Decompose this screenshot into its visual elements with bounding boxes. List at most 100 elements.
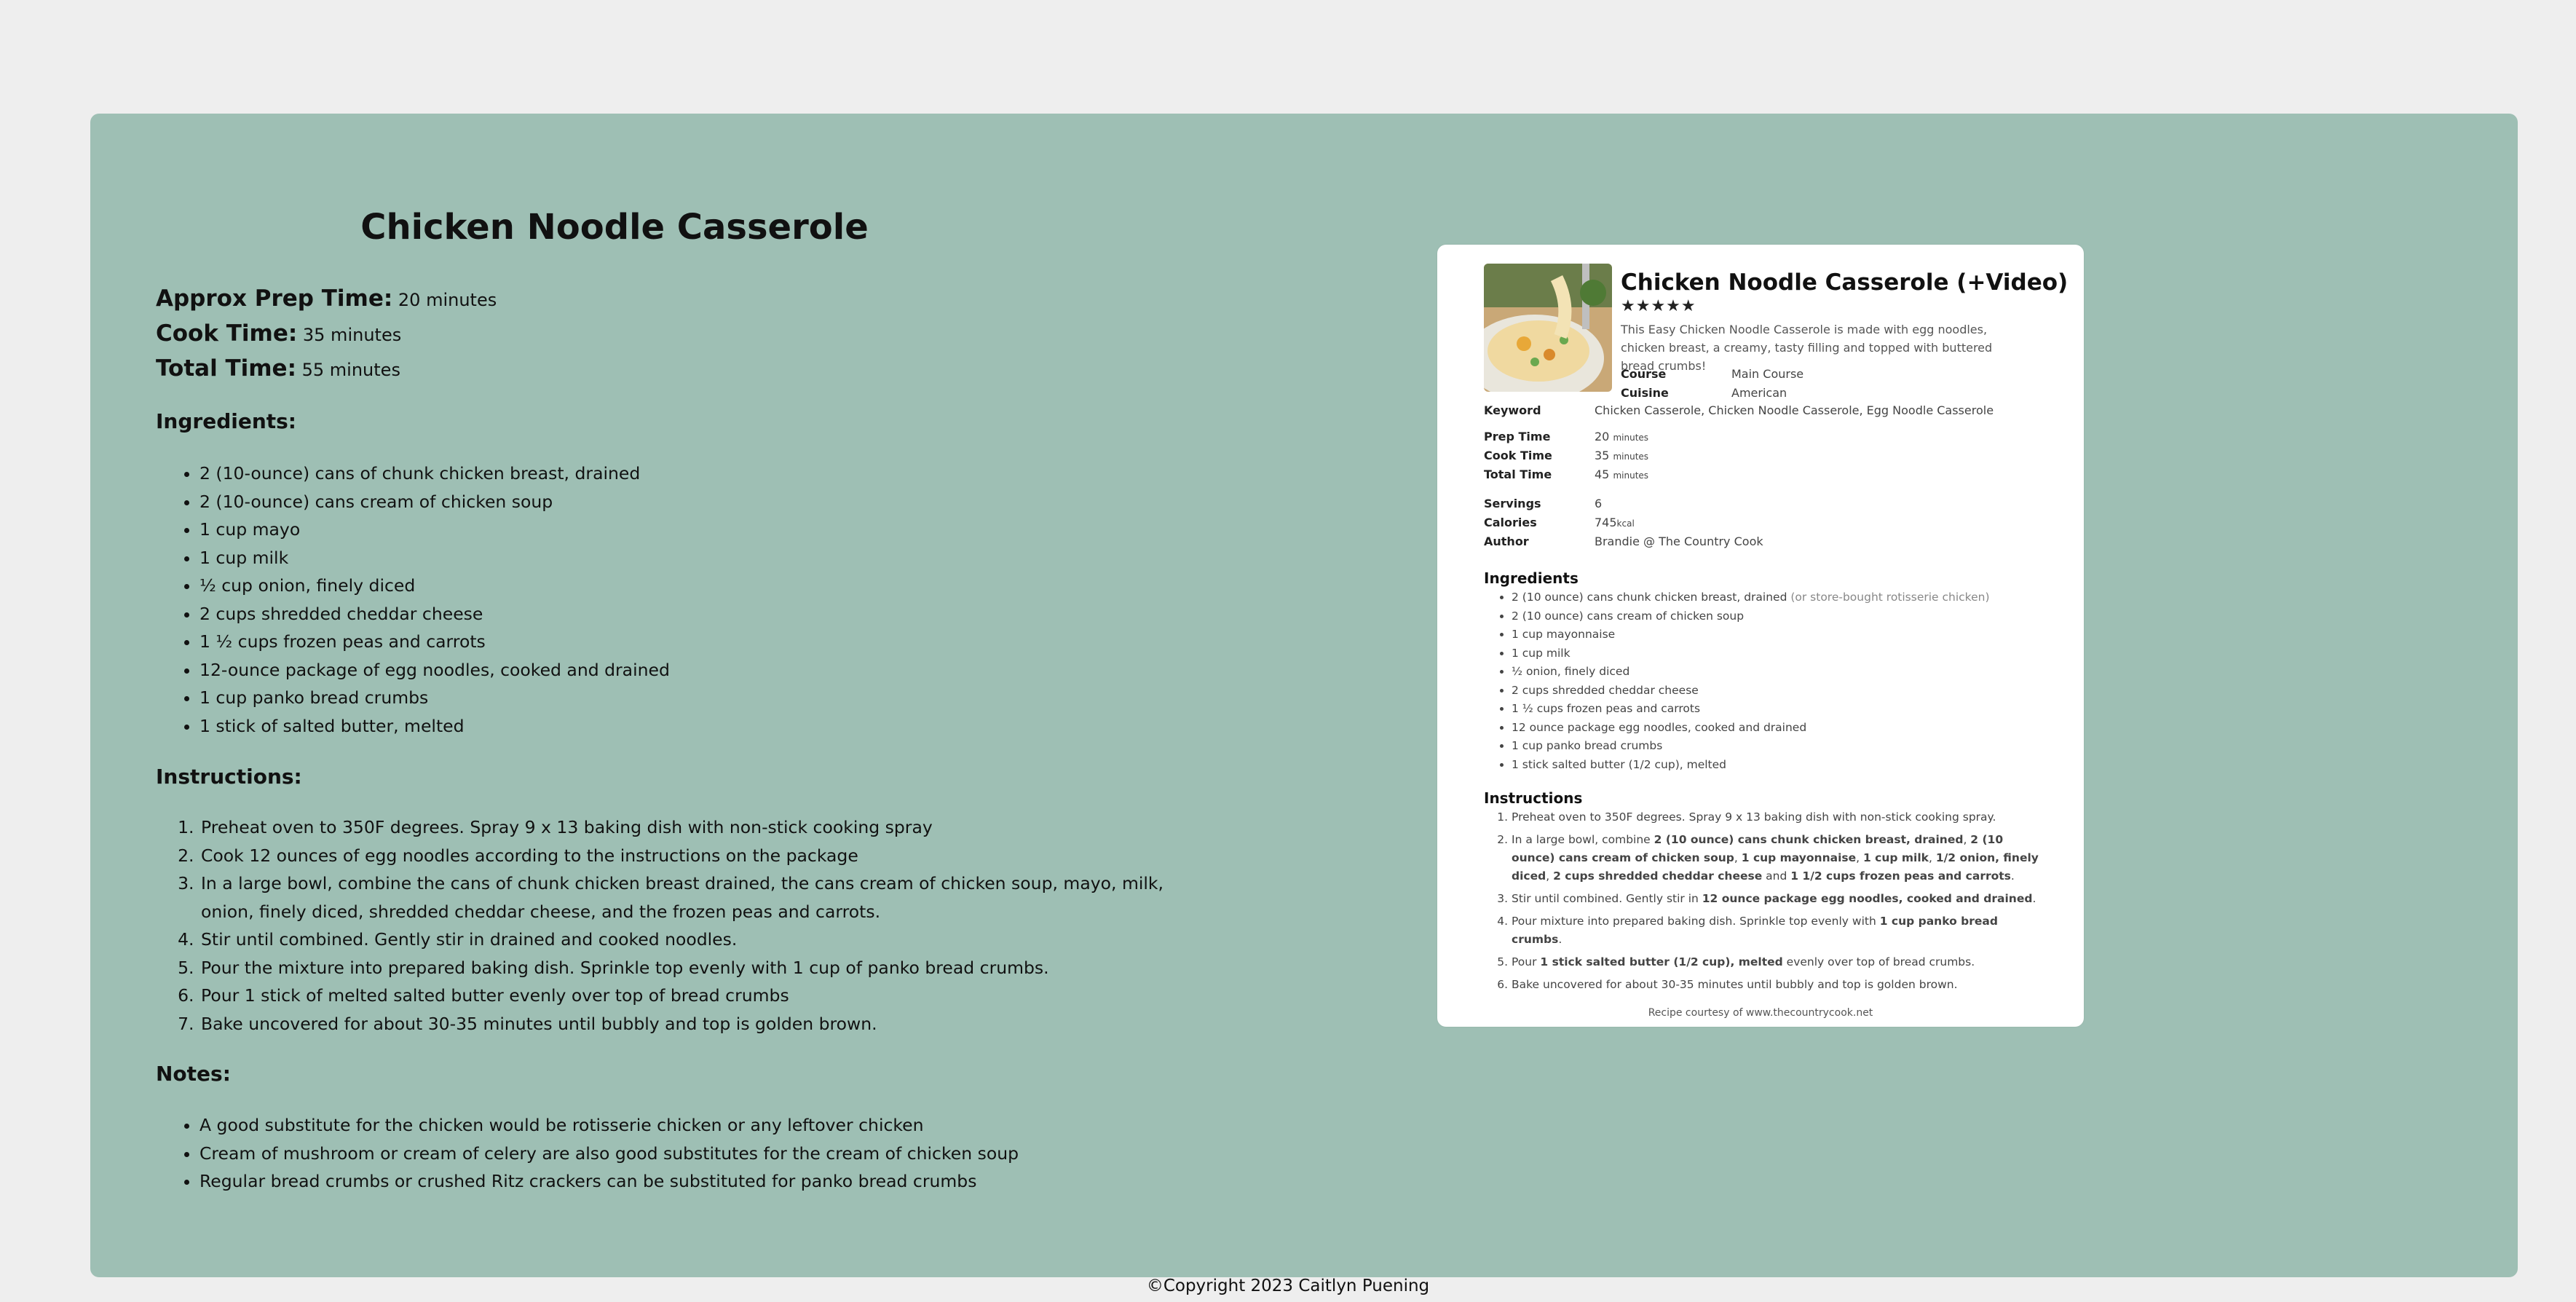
ingredient-note: (or store-bought rotisserie chicken) xyxy=(1790,591,1990,604)
list-item: Cook 12 ounces of egg noodles according … xyxy=(199,842,1204,870)
card-cook-num: 35 xyxy=(1595,449,1610,462)
recipe-card-image: Chicken Noodle Casserole (+Video) ★★★★★ … xyxy=(1437,245,2084,1027)
cook-time-value: 35 minutes xyxy=(302,325,402,345)
casserole-photo xyxy=(1484,264,1612,392)
card-total-label: Total Time xyxy=(1484,467,1552,481)
card-prep-num: 20 xyxy=(1595,430,1610,443)
author-label: Author xyxy=(1484,534,1529,548)
calories-unit: kcal xyxy=(1616,518,1635,529)
list-item: Preheat oven to 350F degrees. Spray 9 x … xyxy=(1512,808,2050,826)
list-item: 1 stick salted butter (1/2 cup), melted xyxy=(1512,756,1990,775)
total-time: Total Time: 55 minutes xyxy=(156,355,400,382)
course-value: Main Course xyxy=(1731,367,1804,381)
keyword-value: Chicken Casserole, Chicken Noodle Casser… xyxy=(1595,403,1994,417)
cuisine-label: Cuisine xyxy=(1621,386,1669,400)
list-item: A good substitute for the chicken would … xyxy=(199,1111,1019,1140)
step-text: , xyxy=(1856,851,1863,864)
list-item: Pour 1 stick salted butter (1/2 cup), me… xyxy=(1512,953,2050,971)
list-item: 1 cup panko bread crumbs xyxy=(199,684,670,712)
list-item: 2 (10-ounce) cans of chunk chicken breas… xyxy=(199,459,670,488)
list-item: Cream of mushroom or cream of celery are… xyxy=(199,1140,1019,1168)
step-text: . xyxy=(2010,869,2015,883)
list-item: 2 (10 ounce) cans chunk chicken breast, … xyxy=(1512,588,1990,607)
step-bold: 2 cups shredded cheddar cheese xyxy=(1553,869,1763,883)
card-total-num: 45 xyxy=(1595,467,1610,481)
list-item: 1 cup milk xyxy=(1512,644,1990,663)
prep-time: Approx Prep Time: 20 minutes xyxy=(156,285,497,312)
notes-list: A good substitute for the chicken would … xyxy=(156,1111,1019,1196)
calories-label: Calories xyxy=(1484,516,1537,529)
ingredient-text: 2 (10 ounce) cans chunk chicken breast, … xyxy=(1512,591,1787,604)
list-item: 1 stick of salted butter, melted xyxy=(199,712,670,741)
minutes-unit: minutes xyxy=(1613,470,1649,481)
notes-heading: Notes: xyxy=(156,1062,231,1086)
step-text: , xyxy=(1928,851,1936,864)
list-item: 2 cups shredded cheddar cheese xyxy=(1512,682,1990,701)
step-bold: 1 cup mayonnaise xyxy=(1741,851,1857,864)
card-ingredients-heading: Ingredients xyxy=(1484,569,1579,587)
prep-time-value: 20 minutes xyxy=(398,290,497,310)
list-item: Stir until combined. Gently stir in 12 o… xyxy=(1512,890,2050,908)
card-cook-label: Cook Time xyxy=(1484,449,1552,462)
author-value: Brandie @ The Country Cook xyxy=(1595,534,1763,548)
card-prep-label: Prep Time xyxy=(1484,430,1551,443)
list-item: Preheat oven to 350F degrees. Spray 9 x … xyxy=(199,813,1204,842)
list-item: Regular bread crumbs or crushed Ritz cra… xyxy=(199,1167,1019,1196)
list-item: Bake uncovered for about 30-35 minutes u… xyxy=(199,1010,1204,1038)
cook-time-label: Cook Time: xyxy=(156,320,298,347)
ingredients-list: 2 (10-ounce) cans of chunk chicken breas… xyxy=(156,459,670,740)
card-instructions-heading: Instructions xyxy=(1484,789,1583,807)
total-time-label: Total Time: xyxy=(156,355,296,382)
list-item: 12 ounce package egg noodles, cooked and… xyxy=(1512,719,1990,738)
list-item: In a large bowl, combine 2 (10 ounce) ca… xyxy=(1512,831,2050,885)
step-text: Pour xyxy=(1512,955,1541,968)
step-bold: 1 stick salted butter (1/2 cup), melted xyxy=(1540,955,1783,968)
cuisine-value: American xyxy=(1731,386,1787,400)
list-item: 1 cup panko bread crumbs xyxy=(1512,737,1990,756)
card-footer: Recipe courtesy of www.thecountrycook.ne… xyxy=(1648,1007,1873,1019)
keyword-label: Keyword xyxy=(1484,403,1541,417)
list-item: ½ cup onion, finely diced xyxy=(199,572,670,600)
total-time-value: 55 minutes xyxy=(301,360,400,380)
list-item: 1 ½ cups frozen peas and carrots xyxy=(1512,700,1990,719)
list-item: 2 (10 ounce) cans cream of chicken soup xyxy=(1512,607,1990,626)
card-title: Chicken Noodle Casserole (+Video) xyxy=(1621,269,2069,296)
list-item: Pour 1 stick of melted salted butter eve… xyxy=(199,982,1204,1010)
list-item: Stir until combined. Gently stir in drai… xyxy=(199,926,1204,954)
cook-time: Cook Time: 35 minutes xyxy=(156,320,401,347)
page-title: Chicken Noodle Casserole xyxy=(360,207,869,248)
list-item: 1 cup mayo xyxy=(199,516,670,544)
list-item: In a large bowl, combine the cans of chu… xyxy=(199,869,1204,926)
step-text: Pour mixture into prepared baking dish. … xyxy=(1512,915,1880,928)
step-bold: 12 ounce package egg noodles, cooked and… xyxy=(1702,892,2033,905)
list-item: 1 cup milk xyxy=(199,544,670,572)
course-label: Course xyxy=(1621,367,1667,381)
list-item: 1 cup mayonnaise xyxy=(1512,626,1990,644)
calories-value: 745kcal xyxy=(1595,516,1635,529)
step-text: . xyxy=(2032,892,2036,905)
card-instructions-list: Preheat oven to 350F degrees. Spray 9 x … xyxy=(1484,808,2050,998)
card-ingredients-list: 2 (10 ounce) cans chunk chicken breast, … xyxy=(1484,588,1990,774)
step-text: . xyxy=(1558,933,1562,946)
step-text: evenly over top of bread crumbs. xyxy=(1782,955,1975,968)
step-text: , xyxy=(1734,851,1742,864)
list-item: ½ onion, finely diced xyxy=(1512,663,1990,682)
instructions-list: Preheat oven to 350F degrees. Spray 9 x … xyxy=(156,813,1204,1038)
card-prep-value: 20 minutes xyxy=(1595,430,1648,443)
step-text: , xyxy=(1963,833,1971,846)
list-item: 2 cups shredded cheddar cheese xyxy=(199,600,670,628)
instructions-heading: Instructions: xyxy=(156,765,302,789)
servings-label: Servings xyxy=(1484,497,1541,510)
list-item: Pour mixture into prepared baking dish. … xyxy=(1512,912,2050,949)
list-item: 1 ½ cups frozen peas and carrots xyxy=(199,628,670,656)
list-item: 12-ounce package of egg noodles, cooked … xyxy=(199,656,670,684)
copyright: ©Copyright 2023 Caitlyn Puening xyxy=(1146,1277,1430,1295)
card-total-value: 45 minutes xyxy=(1595,467,1648,481)
list-item: Bake uncovered for about 30-35 minutes u… xyxy=(1512,976,2050,994)
calories-num: 745 xyxy=(1595,516,1617,529)
servings-value: 6 xyxy=(1595,497,1603,510)
card-cook-value: 35 minutes xyxy=(1595,449,1648,462)
step-text: In a large bowl, combine xyxy=(1512,833,1654,846)
step-bold: 2 (10 ounce) cans chunk chicken breast, … xyxy=(1654,833,1964,846)
minutes-unit: minutes xyxy=(1613,433,1649,443)
